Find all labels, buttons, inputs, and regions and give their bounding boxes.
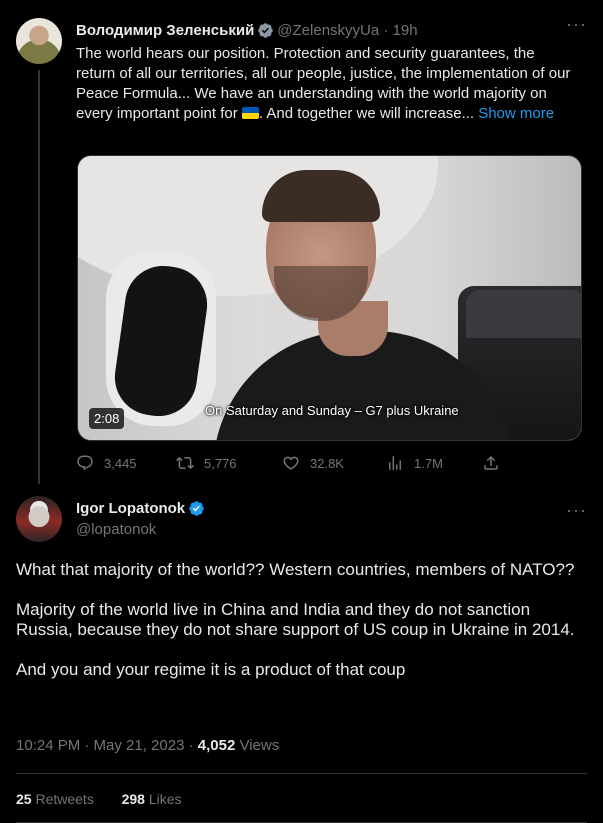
speaker-hair [262,170,380,222]
retweet-button[interactable]: 5,776 [176,454,237,472]
author-name[interactable]: Igor Lopatonok [76,500,185,517]
verified-badge-icon [258,23,274,38]
tweet-text: The world hears our position. Protection… [76,44,576,124]
tweet-paragraph: Majority of the world live in China and … [16,600,575,639]
tweet-paragraph: And you and your regime it is a product … [16,660,406,679]
verified-badge-icon [189,501,204,516]
author-name[interactable]: Володимир Зеленський [76,22,254,39]
reply-button[interactable]: 3,445 [76,454,137,472]
like-button[interactable]: 32.8K [282,454,344,472]
divider [16,773,587,774]
show-more-link[interactable]: Show more [478,105,554,122]
tweet-header: Igor Lopatonok [76,500,208,517]
view-count: 1.7M [414,455,443,471]
tweet-paragraph: What that majority of the world?? Wester… [16,560,575,579]
more-options-icon[interactable]: ··· [566,14,587,35]
likes-label: Likes [144,791,182,807]
views-label: Views [235,737,280,754]
reply-icon [77,455,93,471]
share-icon [484,455,498,470]
retweets-label: Retweets [31,791,94,807]
retweets-stat[interactable]: 25 Retweets [16,791,94,807]
separator-dot: · [379,22,393,39]
views-button[interactable]: 1.7M [386,454,443,472]
heart-icon [283,456,299,470]
tweet-body: What that majority of the world?? Wester… [16,560,576,700]
like-count: 32.8K [310,455,344,471]
action-bar: 3,445 5,776 32.8K 1.7M [76,454,506,474]
avatar[interactable] [16,18,62,64]
engagement-stats: 25 Retweets 298 Likes [16,791,182,807]
author-handle[interactable]: @ZelenskyyUa [277,22,379,39]
video-player[interactable] [77,155,582,441]
tweet-text-part2: . And together we will increase... [258,105,479,122]
tweet-header: Володимир Зеленський @ZelenskyyUa · 19h [76,22,418,39]
airplane-seat-headrest [466,290,581,338]
video-duration: 2:08 [89,408,125,429]
tweet-meta: 10:24 PM · May 21, 2023 · 4,052 Views [16,737,279,754]
author-handle[interactable]: @lopatonok [76,521,156,538]
retweet-count: 5,776 [204,455,237,471]
tweet-timestamp[interactable]: 10:24 PM · May 21, 2023 · [16,737,198,754]
avatar[interactable] [16,496,62,542]
likes-stat[interactable]: 298 Likes [122,791,182,807]
reply-count: 3,445 [104,455,137,471]
views-chart-icon [389,456,401,470]
share-button[interactable] [482,454,510,472]
thread-connector [38,70,40,484]
more-options-icon[interactable]: ··· [566,500,587,521]
video-caption: On Saturday and Sunday – G7 plus Ukraine [205,403,459,418]
retweet-icon [176,456,194,470]
views-count: 4,052 [197,737,236,754]
ukraine-flag-icon [241,107,259,119]
tweet-time[interactable]: 19h [393,22,418,39]
parent-tweet[interactable]: Володимир Зеленський @ZelenskyyUa · 19h … [0,0,603,486]
retweets-count: 25 [16,791,32,807]
likes-count: 298 [121,791,145,807]
